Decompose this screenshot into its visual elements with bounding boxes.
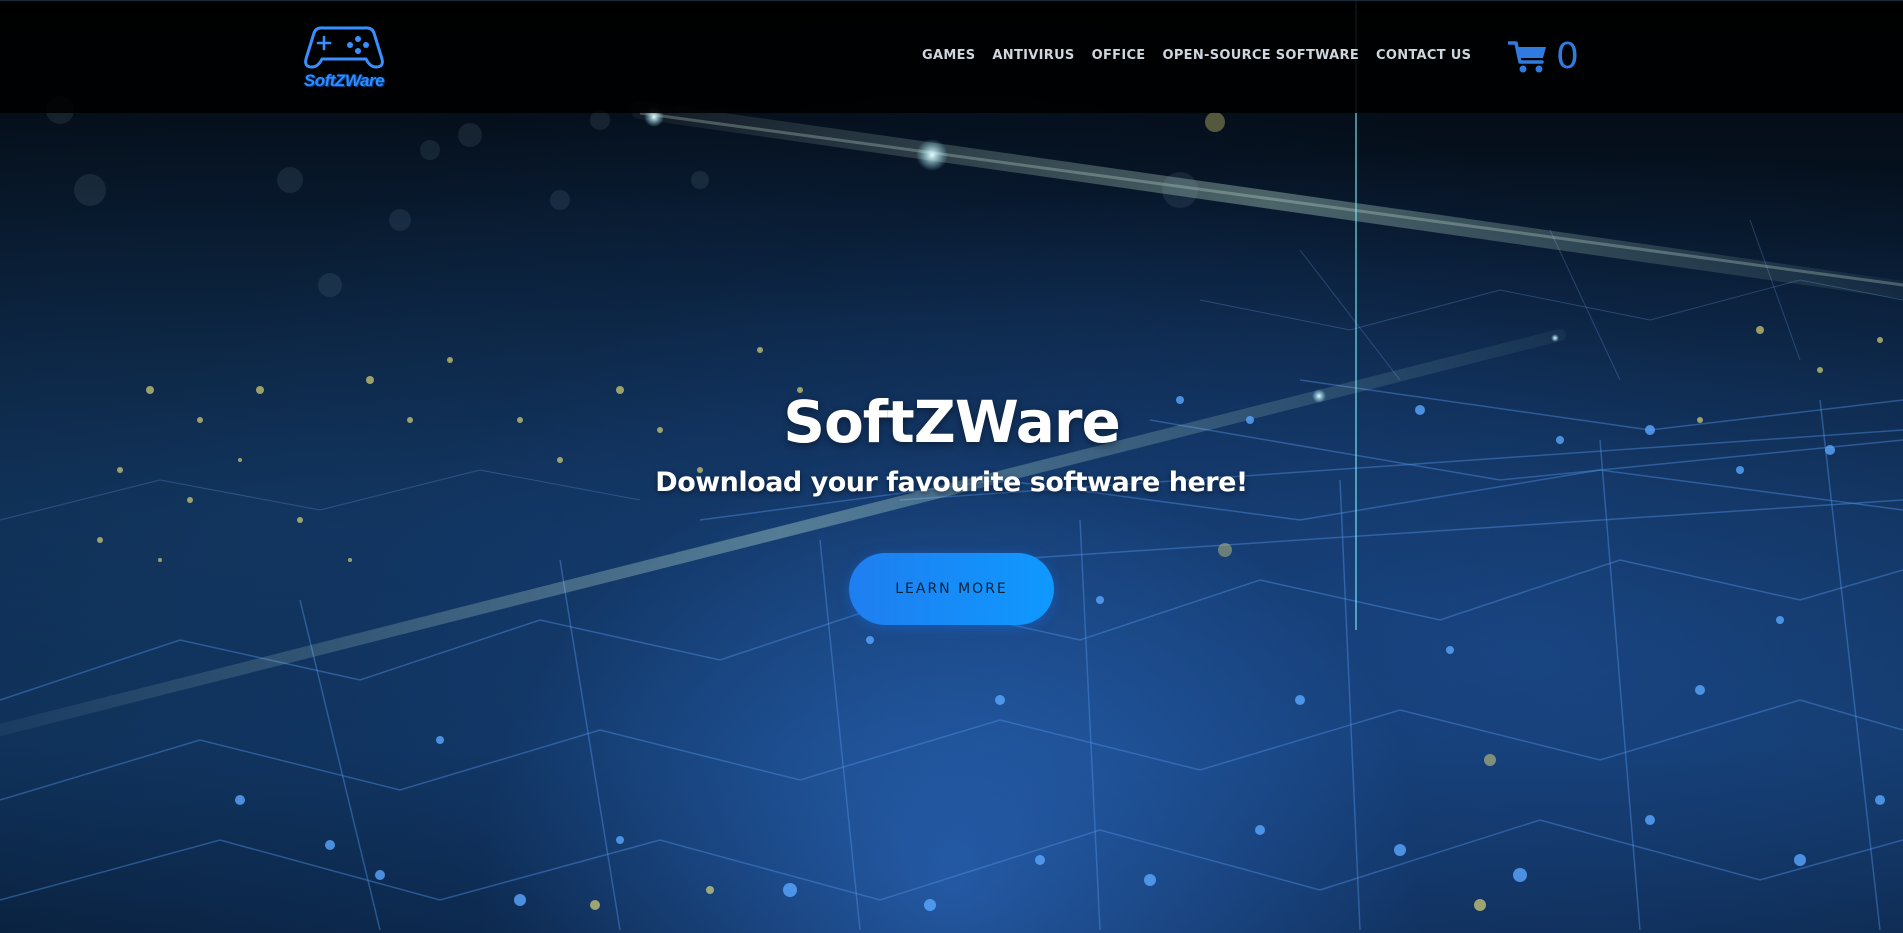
nav-item-open-source-software[interactable]: OPEN-SOURCE SOFTWARE: [1162, 48, 1359, 63]
nav-item-games[interactable]: GAMES: [922, 48, 975, 63]
nav-item-office[interactable]: OFFICE: [1092, 48, 1146, 63]
learn-more-button[interactable]: LEARN MORE: [849, 553, 1054, 625]
site-logo[interactable]: SoftZWare: [302, 23, 386, 93]
cart-button[interactable]: 0: [1508, 39, 1579, 75]
gamepad-icon: [304, 26, 384, 69]
nav-item-antivirus[interactable]: ANTIVIRUS: [992, 48, 1074, 63]
cart-count: 0: [1556, 36, 1579, 77]
hero-title: SoftZWare: [783, 388, 1121, 456]
shopping-cart-icon: [1508, 41, 1546, 73]
page: SoftZWare GAMES ANTIVIRUS OFFICE OPEN-SO…: [0, 0, 1903, 933]
nav-item-contact-us[interactable]: CONTACT US: [1376, 48, 1471, 63]
hero-subtitle: Download your favourite software here!: [655, 467, 1248, 498]
logo-text: SoftZWare: [303, 71, 385, 90]
site-header: SoftZWare GAMES ANTIVIRUS OFFICE OPEN-SO…: [0, 0, 1903, 113]
main-nav: GAMES ANTIVIRUS OFFICE OPEN-SOURCE SOFTW…: [922, 48, 1471, 63]
